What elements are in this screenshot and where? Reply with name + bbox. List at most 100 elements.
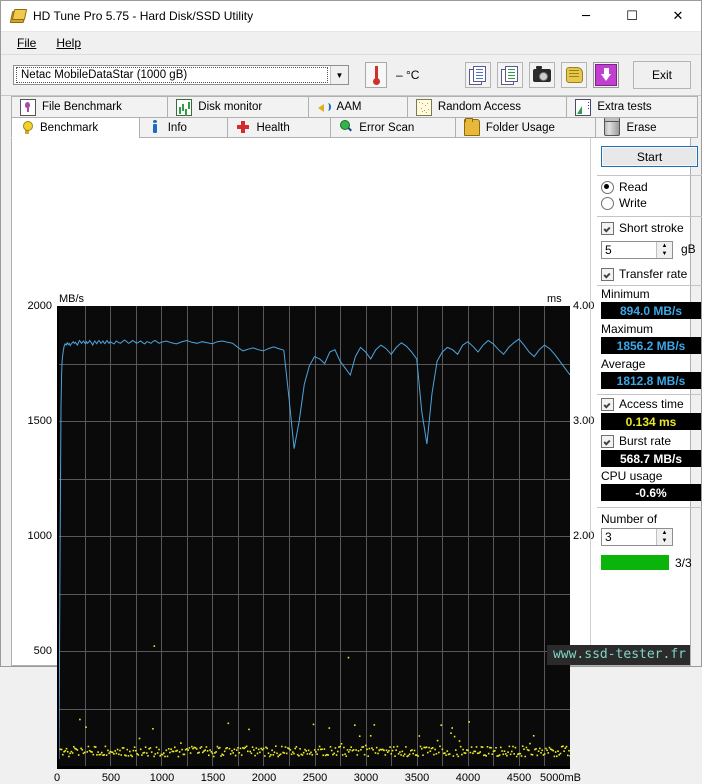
- ytick-1500: 1500: [14, 415, 52, 427]
- drive-select[interactable]: Netac MobileDataStar (1000 gB) ▼: [13, 65, 349, 85]
- ytick-500: 500: [14, 645, 52, 657]
- ytick-2000: 2000: [14, 300, 52, 312]
- short-stroke-arrows[interactable]: ▲▼: [656, 242, 672, 258]
- hdtune-logo-icon: [10, 8, 26, 24]
- tab-disk-monitor[interactable]: Disk monitor: [167, 96, 308, 117]
- xtick-3500: 3500: [402, 772, 432, 784]
- minimum-label: Minimum: [601, 287, 650, 301]
- touch-button[interactable]: [561, 62, 587, 88]
- temperature-value: – °C: [396, 68, 419, 82]
- cpu-usage-label: CPU usage: [601, 469, 662, 483]
- checkbox-transfer-rate-icon: [601, 268, 614, 281]
- documents-green-icon: [501, 66, 519, 84]
- divider-4: [597, 394, 702, 395]
- checkbox-transfer-rate[interactable]: Transfer rate: [601, 267, 687, 281]
- average-label: Average: [601, 357, 645, 371]
- checkbox-burst-rate-label: Burst rate: [619, 434, 671, 448]
- passes-value: 3: [602, 530, 656, 544]
- spinner-down-icon: ▼: [657, 250, 672, 258]
- checkbox-access-time-label: Access time: [619, 397, 684, 411]
- health-cross-icon: [236, 120, 250, 135]
- menu-item-help[interactable]: Help: [46, 34, 91, 52]
- temperature-display: – °C: [365, 62, 419, 88]
- toolbar: Netac MobileDataStar (1000 gB) ▼ – °C Ex…: [1, 55, 701, 96]
- checkbox-short-stroke[interactable]: Short stroke: [601, 221, 684, 235]
- magnifier-icon: [339, 120, 353, 135]
- tab-info[interactable]: Info: [139, 117, 229, 138]
- tab-folder-usage-label: Folder Usage: [486, 122, 555, 134]
- radio-read-icon: [601, 181, 614, 194]
- tab-benchmark[interactable]: Benchmark: [11, 117, 140, 138]
- menu-item-help-label: Help: [56, 36, 81, 50]
- chart-svg: [59, 306, 570, 766]
- xtick-5000: 5000mB: [540, 772, 574, 784]
- divider-1: [597, 175, 702, 176]
- checkbox-burst-rate-icon: [601, 435, 614, 448]
- chart-ylabel-left: MB/s: [59, 293, 84, 305]
- tab-random-access[interactable]: Random Access: [407, 96, 567, 117]
- tab-folder-usage[interactable]: Folder Usage: [455, 117, 597, 138]
- tab-extra-tests[interactable]: Extra tests: [566, 96, 698, 117]
- pass-progress-text: 3/3: [675, 556, 692, 570]
- exit-button[interactable]: Exit: [633, 61, 691, 89]
- tab-error-scan[interactable]: Error Scan: [330, 117, 456, 138]
- tab-bar: File Benchmark Disk monitor AAM Random A…: [1, 96, 701, 138]
- average-value: 1812.8 MB/s: [601, 372, 701, 389]
- xtick-2000: 2000: [249, 772, 279, 784]
- tab-info-label: Info: [168, 122, 187, 134]
- tab-health[interactable]: Health: [227, 117, 331, 138]
- short-stroke-stepper[interactable]: 5 ▲▼: [601, 241, 673, 259]
- tab-file-benchmark[interactable]: File Benchmark: [11, 96, 168, 117]
- passes-stepper[interactable]: 3 ▲▼: [601, 528, 673, 546]
- cpu-usage-value: -0.6%: [601, 484, 701, 501]
- checkbox-transfer-rate-label: Transfer rate: [619, 267, 687, 281]
- watermark: www.ssd-tester.fr: [547, 645, 690, 665]
- maximize-button[interactable]: ☐: [609, 2, 655, 31]
- short-stroke-unit: gB: [681, 242, 696, 256]
- maximum-label: Maximum: [601, 322, 653, 336]
- short-stroke-value: 5: [602, 243, 656, 257]
- passes-arrows[interactable]: ▲▼: [656, 529, 672, 545]
- app-window: HD Tune Pro 5.75 - Hard Disk/SSD Utility…: [0, 0, 702, 667]
- maximum-value: 1856.2 MB/s: [601, 337, 701, 354]
- checkbox-burst-rate[interactable]: Burst rate: [601, 434, 671, 448]
- documents-icon: [469, 66, 487, 84]
- trash-icon: [604, 119, 620, 136]
- hand-icon: [566, 67, 583, 83]
- copy-to-clipboard-button[interactable]: [465, 62, 491, 88]
- checkbox-access-time[interactable]: Access time: [601, 397, 684, 411]
- chevron-down-icon[interactable]: ▼: [330, 66, 348, 84]
- radio-write[interactable]: Write: [601, 196, 647, 210]
- xtick-4000: 4000: [453, 772, 483, 784]
- tab-random-access-label: Random Access: [438, 101, 521, 113]
- tab-extra-tests-label: Extra tests: [597, 101, 651, 113]
- file-benchmark-icon: [20, 99, 36, 116]
- camera-icon: [533, 69, 551, 82]
- menu-item-file[interactable]: File: [7, 34, 46, 52]
- access-time-value: 0.134 ms: [601, 413, 701, 430]
- download-button[interactable]: [593, 62, 619, 88]
- export-button[interactable]: [497, 62, 523, 88]
- xtick-1000: 1000: [147, 772, 177, 784]
- tab-aam[interactable]: AAM: [308, 96, 408, 117]
- divider-5: [597, 507, 702, 508]
- tab-erase[interactable]: Erase: [595, 117, 698, 138]
- radio-write-label: Write: [619, 196, 647, 210]
- tab-error-scan-label: Error Scan: [359, 122, 414, 134]
- chart-plot-area: [57, 306, 570, 769]
- tab-file-benchmark-label: File Benchmark: [42, 101, 122, 113]
- screenshot-button[interactable]: [529, 62, 555, 88]
- chart-ylabel-right: ms: [547, 293, 562, 305]
- burst-rate-value: 568.7 MB/s: [601, 450, 701, 467]
- tab-health-label: Health: [256, 122, 289, 134]
- minimize-button[interactable]: ─: [563, 2, 609, 31]
- folder-icon: [464, 119, 480, 136]
- tab-row-bottom: Benchmark Info Health Error Scan Folder …: [11, 117, 697, 138]
- radio-read[interactable]: Read: [601, 180, 648, 194]
- divider-3: [597, 285, 702, 286]
- close-button[interactable]: ✕: [655, 2, 701, 31]
- drive-select-value: Netac MobileDataStar (1000 gB): [16, 67, 328, 83]
- xtick-0: 0: [47, 772, 67, 784]
- minimum-value: 894.0 MB/s: [601, 302, 701, 319]
- start-button[interactable]: Start: [601, 146, 698, 167]
